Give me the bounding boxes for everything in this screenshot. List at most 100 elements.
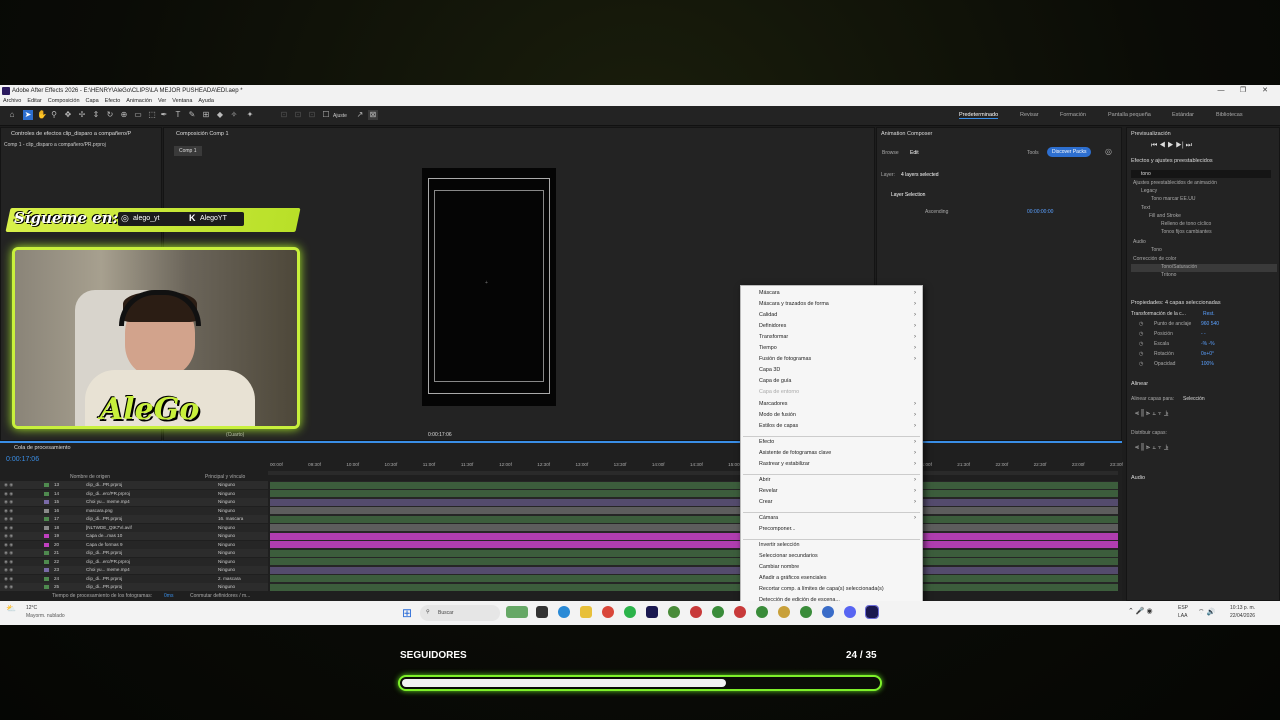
chrome-icon[interactable] xyxy=(712,606,724,618)
comp-breadcrumb[interactable]: Comp 1 xyxy=(174,146,202,156)
tab-edit[interactable]: Edit xyxy=(910,150,919,156)
layer-row[interactable]: ◉ ◉ 21 clip_di...PR.prproj Ninguno xyxy=(0,549,268,557)
label-color-swatch[interactable] xyxy=(44,517,49,521)
clock-time[interactable]: 10:13 p. m. xyxy=(1230,605,1255,611)
context-menu-item[interactable]: Efecto xyxy=(759,439,774,445)
workspace-estandar[interactable]: Estándar xyxy=(1172,112,1194,118)
context-menu-item[interactable]: Máscara y trazados de forma xyxy=(759,301,829,307)
context-menu-item[interactable]: Cambiar nombre xyxy=(759,564,799,570)
menu-capa[interactable]: Capa xyxy=(86,97,99,106)
discover-packs-button[interactable]: Discover Packs xyxy=(1047,147,1092,157)
tree-item[interactable]: Legacy xyxy=(1131,188,1277,196)
layer-track-bar[interactable] xyxy=(270,515,1118,523)
minimize-button[interactable]: — xyxy=(1210,85,1232,97)
effects-search-input[interactable]: tono xyxy=(1131,170,1271,178)
tray-icons[interactable]: ⌃ 🎤 ◉ xyxy=(1128,607,1153,615)
property-value[interactable]: 100% xyxy=(1201,361,1214,367)
tree-item[interactable]: Corrección de color xyxy=(1131,256,1277,264)
chrome-icon[interactable] xyxy=(690,606,702,618)
label-color-swatch[interactable] xyxy=(44,568,49,572)
rotate-tool-icon[interactable]: ↻ xyxy=(105,110,115,120)
context-menu-item[interactable]: Tiempo xyxy=(759,345,777,351)
comp-viewer[interactable]: + xyxy=(422,168,556,406)
tree-item[interactable]: Tono marcar EE.UU xyxy=(1131,196,1277,204)
layer-track-bar[interactable] xyxy=(270,575,1118,582)
axis-world-icon[interactable]: ⊡ xyxy=(293,110,303,120)
context-menu-item[interactable]: Calidad xyxy=(759,312,777,318)
render-queue-tab[interactable]: Cola de procesamiento xyxy=(14,445,71,451)
premiere-icon[interactable] xyxy=(646,606,658,618)
brush-tool-icon[interactable]: ✎ xyxy=(187,110,197,120)
close-button[interactable]: ✕ xyxy=(1254,85,1276,97)
layer-track-bar[interactable] xyxy=(270,549,1118,557)
layer-row[interactable]: ◉ ◉ 13 clip_di...PR.prproj Ninguno xyxy=(0,481,268,489)
layer-track-bar[interactable] xyxy=(270,524,1118,531)
context-menu-item[interactable]: Crear xyxy=(759,499,772,505)
selection-tool-icon[interactable]: ➤ xyxy=(23,110,33,120)
distribute-buttons-icon[interactable]: ⫷ ⫼ ⫸ ⫠ ⫟ ⫡ xyxy=(1135,444,1168,452)
menu-editar[interactable]: Editar xyxy=(27,97,41,106)
context-menu-item[interactable]: Estilos de capas xyxy=(759,423,798,429)
track-area[interactable] xyxy=(270,481,1118,591)
layer-row[interactable]: ◉ ◉ 25 clip_di...PR.prproj Ninguno xyxy=(0,583,268,591)
puppet-tool-icon[interactable]: ✦ xyxy=(245,110,255,120)
shape-tool-icon[interactable]: ⬚ xyxy=(147,110,157,120)
layer-row[interactable]: ◉ ◉ 18 [NLTWDE_QtK7Vi.avif Ninguno xyxy=(0,523,268,532)
context-menu-item[interactable]: Fusión de fotogramas xyxy=(759,356,811,362)
snap-checkbox[interactable]: ☐ xyxy=(321,110,331,120)
label-color-swatch[interactable] xyxy=(44,551,49,555)
chrome-icon[interactable] xyxy=(734,606,746,618)
context-menu-item[interactable]: Precomponer... xyxy=(759,526,796,532)
tree-item[interactable]: Tritono xyxy=(1131,272,1277,280)
layer-track-bar[interactable] xyxy=(270,532,1118,540)
eraser-tool-icon[interactable]: ◆ xyxy=(215,110,225,120)
time-value[interactable]: 00:00:00:00 xyxy=(1027,209,1053,215)
layer-row[interactable]: ◉ ◉ 22 clip_di...erc/PR.prproj Ninguno xyxy=(0,557,268,566)
layer-track-bar[interactable] xyxy=(270,481,1118,489)
order-dropdown[interactable]: Ascending xyxy=(925,209,948,215)
context-menu-item[interactable]: Abrir xyxy=(759,477,770,483)
label-color-swatch[interactable] xyxy=(44,576,49,581)
clock-date[interactable]: 22/04/2026 xyxy=(1230,613,1255,619)
tree-item[interactable]: Fill and Stroke xyxy=(1131,213,1277,221)
tools-button[interactable]: Tools xyxy=(1027,150,1039,156)
toggle-switches-button[interactable]: Conmutar definidores / m... xyxy=(190,593,250,599)
layer-row[interactable]: ◉ ◉ 16 mascara.png Ninguno xyxy=(0,506,268,515)
menu-ver[interactable]: Ver xyxy=(158,97,166,106)
discord-icon[interactable] xyxy=(844,606,856,618)
dolly-tool-icon[interactable]: ⇕ xyxy=(91,110,101,120)
axis-local-icon[interactable]: ⊡ xyxy=(279,110,289,120)
layer-row[interactable]: ◉ ◉ 14 clip_di...erc/PR.prproj Ninguno xyxy=(0,489,268,498)
chrome-icon[interactable] xyxy=(822,606,834,618)
reset-button[interactable]: Rest. xyxy=(1203,311,1215,317)
context-menu-item[interactable]: Definidores xyxy=(759,323,786,329)
chrome-icon[interactable] xyxy=(778,606,790,618)
layer-track-bar[interactable] xyxy=(270,507,1118,514)
start-icon[interactable]: ⊞ xyxy=(402,606,412,620)
taskbar-search[interactable]: ⚲ Buscar xyxy=(420,605,500,621)
tab-browse[interactable]: Browse xyxy=(882,150,899,156)
workspace-revisar[interactable]: Revisar xyxy=(1020,112,1039,118)
menu-composicion[interactable]: Composición xyxy=(48,97,80,106)
home-icon[interactable]: ⌂ xyxy=(7,110,17,120)
language-indicator[interactable]: ESP xyxy=(1178,605,1188,611)
layer-row[interactable]: ◉ ◉ 15 Choi yu... meme.mp4 Ninguno xyxy=(0,498,268,506)
context-menu-item[interactable]: Cámara xyxy=(759,515,778,521)
after-effects-icon[interactable] xyxy=(865,605,879,619)
context-menu-item[interactable]: Capa de entorno xyxy=(759,389,799,395)
menu-animacion[interactable]: Animación xyxy=(126,97,152,106)
time-ruler[interactable]: 00:00f 09:30f 10:00f 10:30f 11:00f 11:30f 12:0… xyxy=(270,461,1123,471)
composition-tab[interactable]: Composición Comp 1 xyxy=(176,131,229,137)
chrome-icon[interactable] xyxy=(668,606,680,618)
stopwatch-icon[interactable]: ◷ xyxy=(1139,341,1143,347)
stopwatch-icon[interactable]: ◷ xyxy=(1139,331,1143,337)
context-menu-item[interactable]: Máscara xyxy=(759,290,780,296)
label-color-swatch[interactable] xyxy=(44,585,49,589)
axis-view-icon[interactable]: ⊡ xyxy=(307,110,317,120)
context-menu-item[interactable]: Marcadores xyxy=(759,401,787,407)
label-color-swatch[interactable] xyxy=(44,542,49,547)
stopwatch-icon[interactable]: ◷ xyxy=(1139,361,1143,367)
label-color-swatch[interactable] xyxy=(44,508,49,513)
orbit-tool-icon[interactable]: ✥ xyxy=(63,110,73,120)
whatsapp-icon[interactable] xyxy=(624,606,636,618)
